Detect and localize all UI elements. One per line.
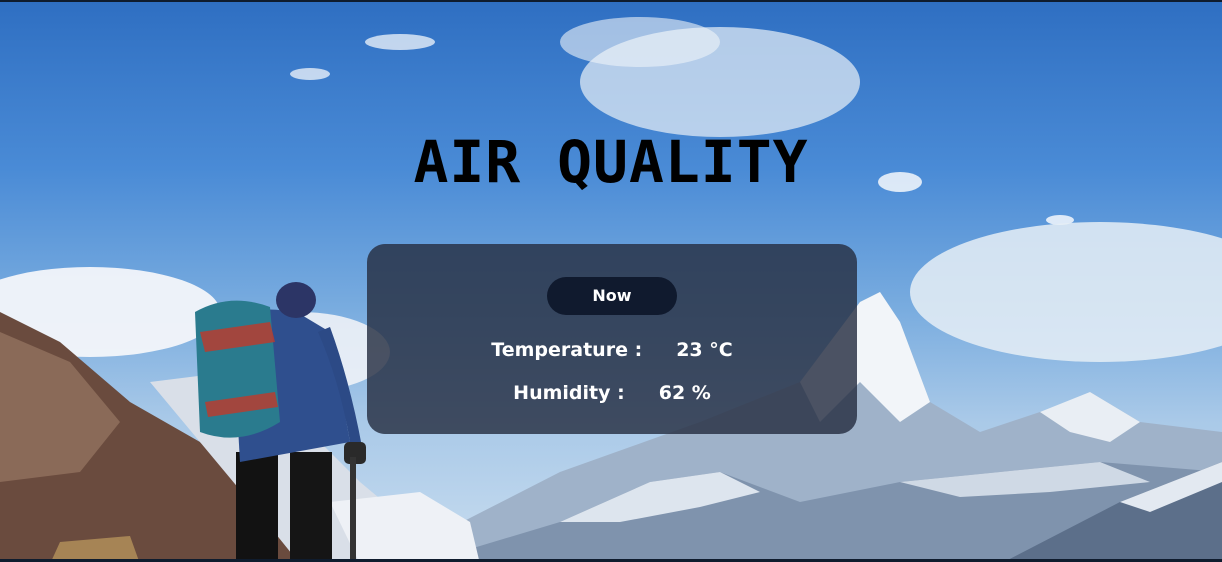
temperature-label: Temperature : [491, 339, 643, 361]
temperature-row: Temperature : 23 °C [367, 339, 857, 361]
weather-card: Now Temperature : 23 °C Humidity : 62 % [367, 244, 857, 434]
page-title: AIR QUALITY [413, 128, 809, 196]
humidity-value: 62 % [658, 382, 711, 404]
temperature-value: 23 °C [676, 339, 733, 361]
now-button[interactable]: Now [547, 277, 677, 315]
humidity-row: Humidity : 62 % [367, 382, 857, 404]
humidity-label: Humidity : [513, 382, 625, 404]
